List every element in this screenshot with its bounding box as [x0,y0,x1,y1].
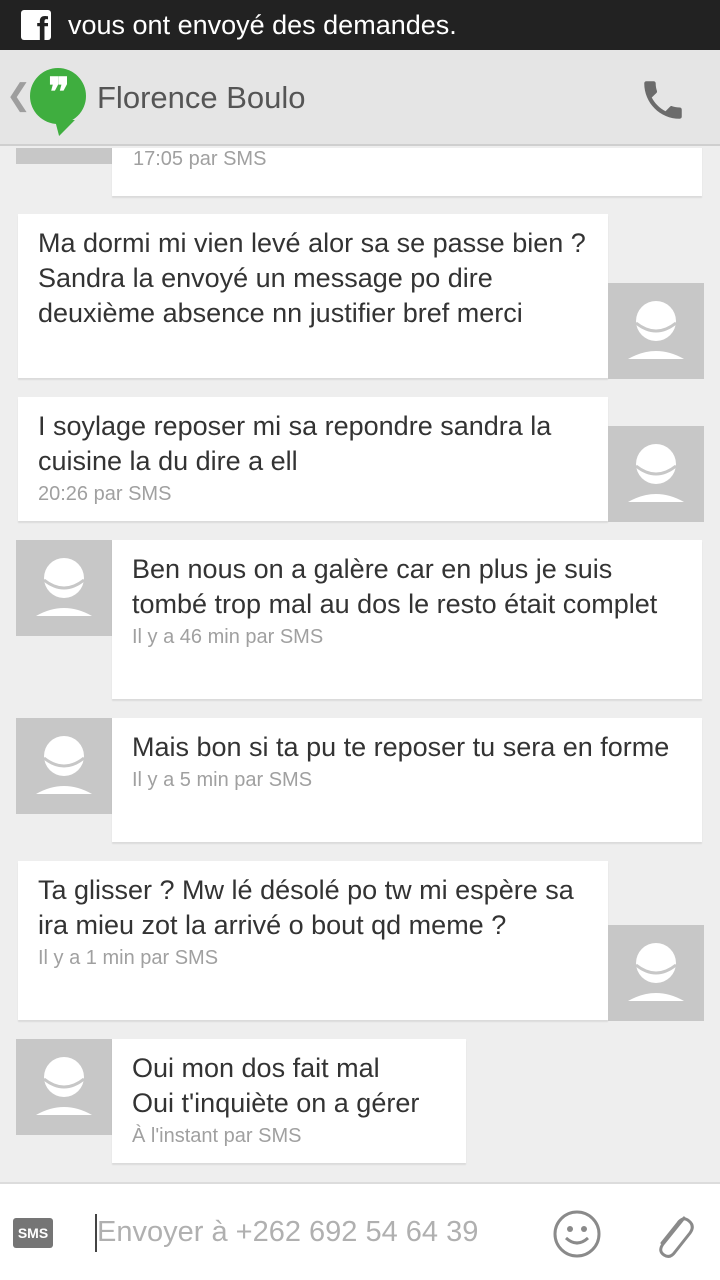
message-timestamp: Il y a 1 min par SMS [38,947,219,969]
message-text: Ben nous on a galère car en plus je suis… [132,554,658,619]
message-bubble-incoming[interactable]: Mais bon si ta pu te reposer tu sera en … [112,718,702,842]
paperclip-icon[interactable] [650,1206,696,1262]
message-timestamp: 17:05 par SMS [133,148,267,170]
notification-text: vous ont envoyé des demandes. [68,9,457,40]
bubble-tail [96,540,112,556]
message-timestamp: À l'instant par SMS [132,1125,302,1147]
contact-avatar[interactable] [16,148,112,164]
contact-name[interactable]: Florence Boulo [97,80,306,116]
message-bubble-outgoing[interactable]: Ma dormi mi vien levé alor sa se passe b… [18,214,608,378]
message-text: Mais bon si ta pu te reposer tu sera en … [132,732,670,762]
message-text: Oui mon dos fait mal Oui t'inquiète on a… [132,1053,420,1118]
facebook-icon: f [21,10,51,40]
message-list[interactable]: 17:05 par SMS Ma dormi mi vien levé alor… [0,148,720,1182]
bubble-tail [96,1039,112,1055]
message-bubble-incoming[interactable]: Oui mon dos fait mal Oui t'inquiète on a… [112,1039,466,1163]
sms-mode-icon[interactable]: SMS [13,1218,53,1248]
message-bubble-incoming[interactable]: 17:05 par SMS [112,148,702,196]
message-timestamp: Il y a 5 min par SMS [132,769,313,791]
compose-bar: SMS [0,1182,720,1280]
phone-icon[interactable] [638,75,688,125]
self-avatar[interactable] [608,925,704,1021]
message-bubble-incoming[interactable]: Ben nous on a galère car en plus je suis… [112,540,702,699]
message-text: Ta glisser ? Mw lé désolé po tw mi espèr… [38,875,574,940]
message-timestamp: 20:26 par SMS [38,483,172,505]
message-input[interactable] [97,1210,517,1254]
bubble-tail [96,718,112,734]
message-bubble-outgoing[interactable]: Ta glisser ? Mw lé désolé po tw mi espèr… [18,861,608,1020]
status-bar: f vous ont envoyé des demandes. [0,0,720,50]
smiley-icon[interactable] [552,1209,602,1259]
message-text: Ma dormi mi vien levé alor sa se passe b… [38,228,586,328]
message-timestamp: Il y a 46 min par SMS [132,626,324,648]
conversation-header: ❮ ❞ Florence Boulo [0,50,720,146]
chevron-left-icon[interactable]: ❮ [6,78,31,113]
message-bubble-outgoing[interactable]: I soylage reposer mi sa repondre sandra … [18,397,608,521]
hangouts-icon[interactable]: ❞ [30,68,86,124]
message-text: I soylage reposer mi sa repondre sandra … [38,411,552,476]
self-avatar[interactable] [608,283,704,379]
self-avatar[interactable] [608,426,704,522]
